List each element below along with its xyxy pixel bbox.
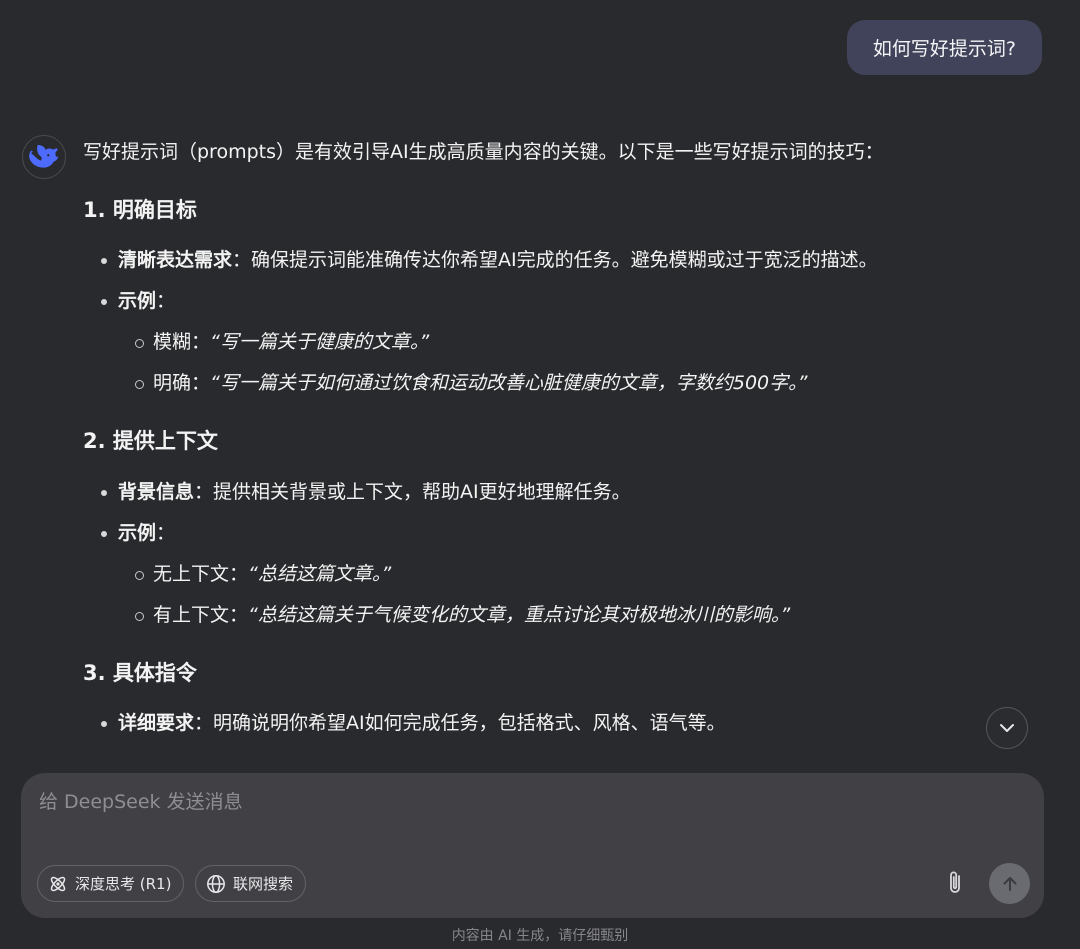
answer-intro: 写好提示词（prompts）是有效引导AI生成高质量内容的关键。以下是一些写好提… [83,141,884,163]
ai-disclaimer: 内容由 AI 生成，请仔细甄别 [451,928,629,944]
globe-icon [207,874,225,893]
web-search-label: 联网搜索 [233,875,294,893]
bullet-text: ：确保提示词能准确传达你希望AI完成的任务。避免模糊或过于宽泛的描述。 [232,249,878,271]
list-item: 详细要求：明确说明你希望AI如何完成任务，包括格式、风格、语气等。 [83,709,1043,750]
message-input[interactable] [39,791,939,813]
example-text: “写一篇关于健康的文章。” [210,331,430,353]
example-label: 明确： [153,372,211,394]
send-button[interactable] [989,863,1030,904]
bullet-text: ： [156,521,176,544]
bullet-label: 示例 [118,290,157,312]
sub-list-item: 无上下文：“总结这篇文章。” [83,560,1043,601]
assistant-answer: 写好提示词（prompts）是有效引导AI生成高质量内容的关键。以下是一些写好提… [83,138,1043,750]
message-composer: 深度思考 (R1) 联网搜索 [21,773,1044,918]
section-title: 1. 明确目标 [83,197,197,222]
example-text: “总结这篇文章。” [248,562,392,585]
user-message-text: 如何写好提示词? [872,38,1016,60]
arrow-up-icon [1003,876,1016,891]
bullet-label: 背景信息 [118,480,195,503]
deep-think-button[interactable]: 深度思考 (R1) [37,865,185,902]
list-item: 清晰表达需求：确保提示词能准确传达你希望AI完成的任务。避免模糊或过于宽泛的描述… [83,246,1043,287]
example-text: “写一篇关于如何通过饮食和运动改善心脏健康的文章，字数约500字。” [210,372,808,394]
list-item: 示例： [83,287,1043,328]
assistant-avatar [22,135,66,179]
attach-file-button[interactable] [939,867,971,899]
list-item: 示例： [83,519,1043,560]
example-label: 有上下文： [153,603,249,626]
chevron-down-icon [1000,724,1014,732]
example-label: 无上下文： [153,562,249,585]
bullet-label: 清晰表达需求 [118,249,233,271]
sub-list-item: 有上下文：“总结这篇关于气候变化的文章，重点讨论其对极地冰川的影响。” [83,601,1043,642]
chat-page: 如何写好提示词? 写好提示词（prompts）是有效引导AI生成高质量内容的关键… [0,0,1080,949]
paperclip-icon [950,871,960,893]
bullet-text: ：提供相关背景或上下文，帮助AI更好地理解任务。 [194,480,631,503]
atom-icon [50,876,66,891]
deepseek-whale-icon [29,145,59,168]
scroll-to-bottom-button[interactable] [986,707,1028,749]
section-title: 3. 具体指令 [83,660,197,685]
list-item: 背景信息：提供相关背景或上下文，帮助AI更好地理解任务。 [83,478,1043,519]
example-label: 模糊： [153,331,211,353]
sub-list-item: 明确：“写一篇关于如何通过饮食和运动改善心脏健康的文章，字数约500字。” [83,369,1043,410]
bullet-text: ：明确说明你希望AI如何完成任务，包括格式、风格、语气等。 [194,712,726,734]
section-title: 2. 提供上下文 [83,429,218,453]
bullet-label: 详细要求 [118,712,195,734]
example-text: “总结这篇关于气候变化的文章，重点讨论其对极地冰川的影响。” [248,603,791,626]
web-search-button[interactable]: 联网搜索 [195,865,307,902]
user-message-bubble: 如何写好提示词? [846,20,1042,75]
bullet-text: ： [156,290,176,312]
sub-list-item: 模糊：“写一篇关于健康的文章。” [83,328,1043,369]
deep-think-label: 深度思考 (R1) [75,875,172,893]
bullet-label: 示例 [118,521,157,544]
